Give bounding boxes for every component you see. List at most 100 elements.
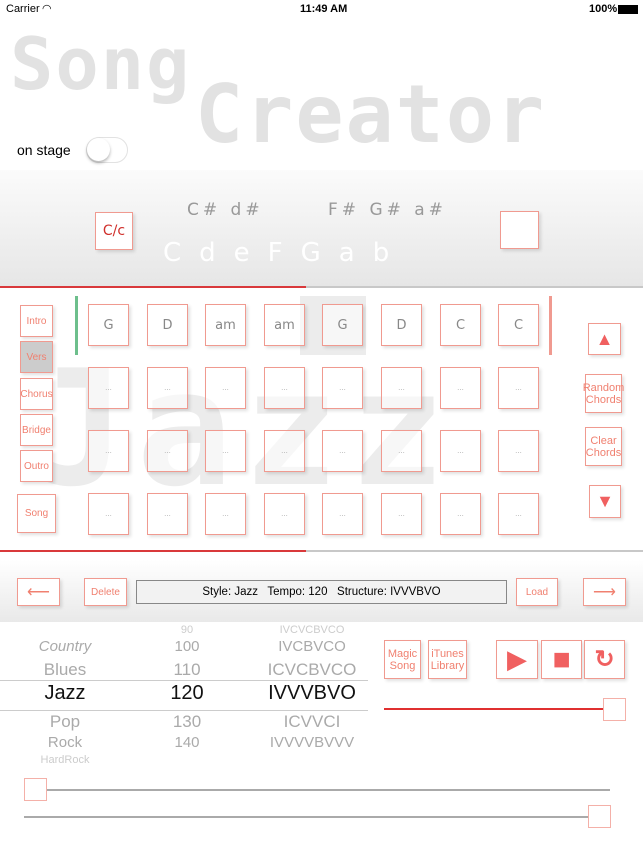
key-empty-button[interactable] — [500, 211, 539, 249]
chord-cell[interactable]: ... — [147, 367, 188, 409]
logo-song: Song — [10, 22, 192, 106]
chord-cell[interactable]: ... — [264, 430, 305, 472]
loop-end-marker[interactable] — [549, 296, 552, 355]
key-g-sharp[interactable]: G# — [369, 200, 404, 220]
natural-keys: C d e F G a b — [163, 238, 389, 268]
chord-cell[interactable]: ... — [264, 367, 305, 409]
key-f[interactable]: F — [268, 238, 283, 268]
section-outro[interactable]: Outro — [20, 450, 53, 482]
chord-cell[interactable]: ... — [381, 430, 422, 472]
picker-style: Pop — [49, 712, 81, 731]
chord-cell[interactable]: ... — [147, 430, 188, 472]
delete-button[interactable]: Delete — [84, 578, 127, 606]
picker-structure: IVCBVCO — [278, 638, 346, 655]
chord-cell[interactable]: C — [440, 304, 481, 346]
key-a[interactable]: a — [339, 238, 355, 268]
style-picker[interactable]: 90 IVCVCBVCO Country 100 IVCBVCO Blues 110 ICVC… — [0, 622, 368, 772]
random-chords-button[interactable]: Random Chords — [583, 374, 624, 413]
key-d[interactable]: d — [199, 238, 216, 268]
down-arrow-button[interactable]: ▼ — [589, 485, 621, 518]
chord-cell[interactable]: ... — [88, 493, 129, 535]
chord-cell[interactable]: D — [381, 304, 422, 346]
picker-tempo: 120 — [170, 682, 204, 704]
key-panel: C/c C# d# F# G# a# C d e F G a b — [0, 170, 643, 287]
itunes-library-button[interactable]: iTunes Library — [428, 640, 467, 679]
key-c[interactable]: C — [163, 238, 181, 268]
slider-1-knob[interactable] — [24, 778, 47, 801]
key-b[interactable]: b — [373, 238, 390, 268]
key-c-sharp[interactable]: C# — [187, 200, 221, 220]
chord-cell[interactable]: C — [498, 304, 539, 346]
chord-cell[interactable]: am — [205, 304, 246, 346]
chord-cell[interactable]: ... — [440, 367, 481, 409]
magic-song-button[interactable]: Magic Song — [384, 640, 421, 679]
picker-tempo: 90 — [180, 624, 194, 636]
volume-slider-knob[interactable] — [603, 698, 626, 721]
section-vers[interactable]: Vers — [20, 341, 53, 373]
play-button[interactable]: ▶ — [496, 640, 538, 679]
chord-cell[interactable]: ... — [205, 493, 246, 535]
clock: 11:49 AM — [300, 3, 348, 15]
loop-start-marker[interactable] — [75, 296, 78, 355]
load-button[interactable]: Load — [516, 578, 558, 606]
section-bridge[interactable]: Bridge — [20, 414, 53, 446]
chord-cell[interactable]: ... — [205, 367, 246, 409]
chord-cell[interactable]: D — [147, 304, 188, 346]
stop-button[interactable]: ■ — [541, 640, 582, 679]
chord-cell[interactable]: G — [88, 304, 129, 346]
song-button[interactable]: Song — [17, 494, 56, 533]
section-intro[interactable]: Intro — [20, 305, 53, 337]
repeat-button[interactable]: ↻ — [584, 640, 625, 679]
status-bar: Carrier ◠ 11:49 AM 100% — [0, 0, 643, 18]
chord-cell[interactable]: ... — [381, 367, 422, 409]
divider — [0, 286, 643, 288]
key-a-sharp[interactable]: a# — [414, 200, 447, 220]
chord-cell[interactable]: ... — [322, 493, 363, 535]
chord-cell[interactable]: ... — [147, 493, 188, 535]
key-e[interactable]: e — [234, 238, 250, 268]
back-arrow-button[interactable]: ⟵ — [17, 578, 60, 606]
chord-cell[interactable]: ... — [322, 430, 363, 472]
chord-cell[interactable]: ... — [264, 493, 305, 535]
chord-cell[interactable]: ... — [440, 430, 481, 472]
battery-label: 100% — [589, 3, 618, 15]
chord-cell[interactable]: ... — [440, 493, 481, 535]
carrier-label: Carrier — [6, 3, 40, 15]
on-stage-label: on stage — [17, 142, 71, 158]
chord-cell[interactable]: ... — [88, 430, 129, 472]
on-stage-toggle[interactable] — [86, 137, 128, 163]
picker-style: HardRock — [40, 754, 90, 766]
chord-cell[interactable]: ... — [205, 430, 246, 472]
picker-structure: ICVCBVCO — [267, 660, 357, 679]
chord-cell[interactable]: ... — [381, 493, 422, 535]
forward-arrow-button[interactable]: ⟶ — [583, 578, 626, 606]
picker-tempo: 110 — [173, 660, 201, 679]
chord-cell[interactable]: ... — [88, 367, 129, 409]
up-arrow-button[interactable]: ▲ — [588, 323, 621, 355]
chord-cell[interactable]: G — [322, 304, 363, 346]
section-chorus[interactable]: Chorus — [20, 378, 53, 410]
slider-2-knob[interactable] — [588, 805, 611, 828]
key-d-sharp[interactable]: d# — [231, 200, 264, 220]
clear-chords-button[interactable]: Clear Chords — [585, 427, 622, 466]
picker-style: Jazz — [44, 682, 86, 704]
chord-cell[interactable]: ... — [498, 367, 539, 409]
chord-cell[interactable]: ... — [498, 493, 539, 535]
divider-2 — [0, 550, 643, 552]
picker-tempo: 100 — [174, 638, 200, 655]
key-f-sharp[interactable]: F# — [328, 200, 360, 220]
song-info-display: Style: Jazz Tempo: 120 Structure: IVVVBV… — [136, 580, 507, 604]
picker-style: Blues — [43, 660, 87, 679]
key-g[interactable]: G — [301, 238, 321, 268]
battery-icon — [618, 5, 638, 14]
chord-cell[interactable]: ... — [322, 367, 363, 409]
sharp-keys-2: F# G# a# — [328, 200, 447, 220]
picker-tempo: 130 — [172, 712, 202, 731]
sharp-keys: C# d# — [187, 200, 264, 220]
key-case-toggle[interactable]: C/c — [95, 212, 133, 250]
chord-cell[interactable]: ... — [498, 430, 539, 472]
picker-style: Country — [38, 638, 92, 655]
chord-cell[interactable]: am — [264, 304, 305, 346]
picker-tempo: 140 — [174, 734, 200, 751]
picker-structure: IVVVVBVVV — [269, 734, 355, 751]
